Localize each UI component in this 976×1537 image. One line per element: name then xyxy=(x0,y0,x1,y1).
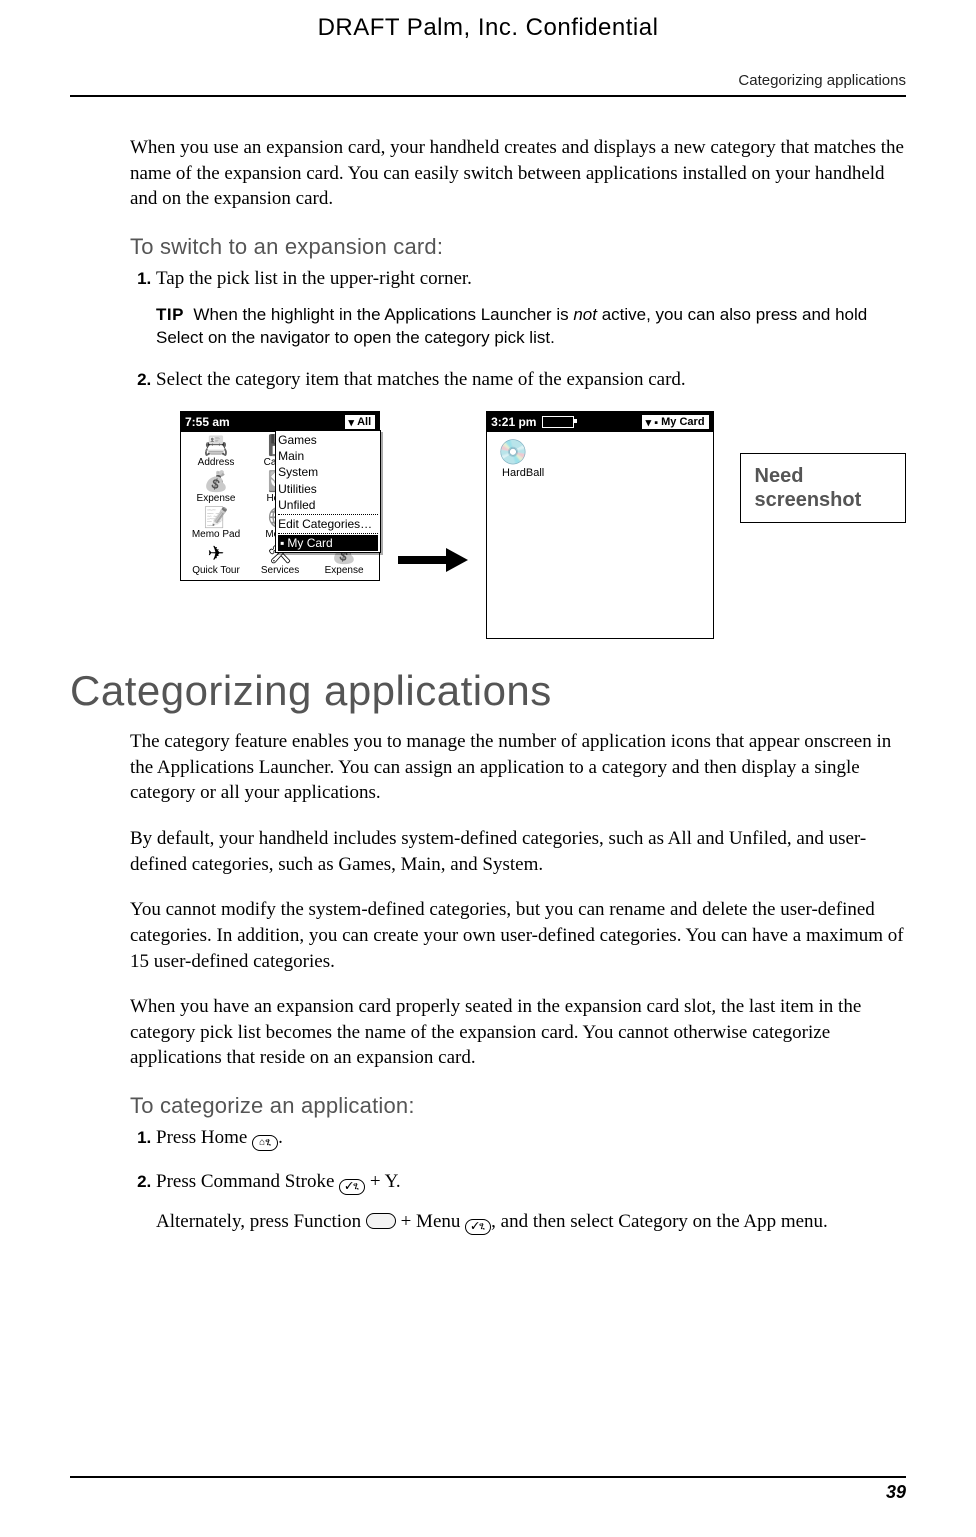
para-d: When you have an expansion card properly… xyxy=(130,994,906,1071)
screenshot2-time: 3:21 pm xyxy=(491,415,536,429)
screenshot-launcher: 7:55 am ▾ All 📇Address 💾Card In — 💰Expen… xyxy=(180,411,380,581)
home-key-icon: ⌂ፂ xyxy=(252,1135,278,1151)
app-label: HardBall xyxy=(502,467,544,479)
app-icon: 💰Expense xyxy=(185,472,247,504)
para-b: By default, your handheld includes syste… xyxy=(130,826,906,877)
screenshot2-titlebar: 3:21 pm ▾ ▪My Card xyxy=(487,412,712,432)
function-key-icon xyxy=(366,1213,396,1229)
tip-label: TIP xyxy=(156,305,184,324)
category-dropdown: Games Main System Utilities Unfiled Edit… xyxy=(275,430,381,553)
tip-not: not xyxy=(573,305,597,324)
app-icon: 📇Address xyxy=(185,436,247,468)
running-header: Categorizing applications xyxy=(70,72,906,97)
page-number: 39 xyxy=(886,1482,906,1502)
step-1-1: Tap the pick list in the upper-right cor… xyxy=(156,266,906,350)
card-icon: ▪ xyxy=(280,535,284,551)
arrow-right-icon xyxy=(398,548,468,572)
step-1-2: Select the category item that matches th… xyxy=(156,367,906,393)
category-selected: ▪My Card xyxy=(278,535,378,551)
para-a: The category feature enables you to mana… xyxy=(130,729,906,806)
app-icon: ✈Quick Tour xyxy=(185,544,247,576)
screenshot-card-view: 3:21 pm ▾ ▪My Card 💿 HardBall xyxy=(486,411,713,639)
subhead-categorize: To categorize an application: xyxy=(130,1093,906,1119)
step-2-1: Press Home ⌂ፂ. xyxy=(156,1125,906,1151)
battery-icon xyxy=(542,416,574,428)
step-1-2-text: Select the category item that matches th… xyxy=(156,369,686,390)
hardball-icon: 💿 xyxy=(493,438,533,467)
screenshot2-picklist: ▾ ▪My Card xyxy=(642,415,709,429)
command-stroke-icon: ✓ፂ xyxy=(339,1179,365,1195)
screenshot1-time: 7:55 am xyxy=(185,415,230,429)
step-1-1-text: Tap the pick list in the upper-right cor… xyxy=(156,268,472,289)
screenshot1-titlebar: 7:55 am ▾ All xyxy=(181,412,379,432)
para-c: You cannot modify the system-defined cat… xyxy=(130,897,906,974)
tip-text-a: When the highlight in the Applications L… xyxy=(193,305,573,324)
section-heading: Categorizing applications xyxy=(70,667,906,715)
draft-watermark: DRAFT Palm, Inc. Confidential xyxy=(70,14,906,42)
app-icon: 📝Memo Pad xyxy=(185,508,247,540)
step-2-2: Press Command Stroke ✓ፂ + Y. Alternately… xyxy=(156,1169,906,1235)
need-screenshot-note: Need screenshot xyxy=(740,453,906,523)
subhead-switch-card: To switch to an expansion card: xyxy=(130,234,906,260)
tip-block: TIP When the highlight in the Applicatio… xyxy=(156,304,906,350)
menu-key-icon: ✓ፂ xyxy=(465,1219,491,1235)
page-footer: 39 xyxy=(70,1476,906,1503)
app-entry: 💿 HardBall xyxy=(493,438,553,479)
screenshot1-picklist: ▾ All xyxy=(345,415,376,429)
intro-paragraph: When you use an expansion card, your han… xyxy=(130,135,906,212)
